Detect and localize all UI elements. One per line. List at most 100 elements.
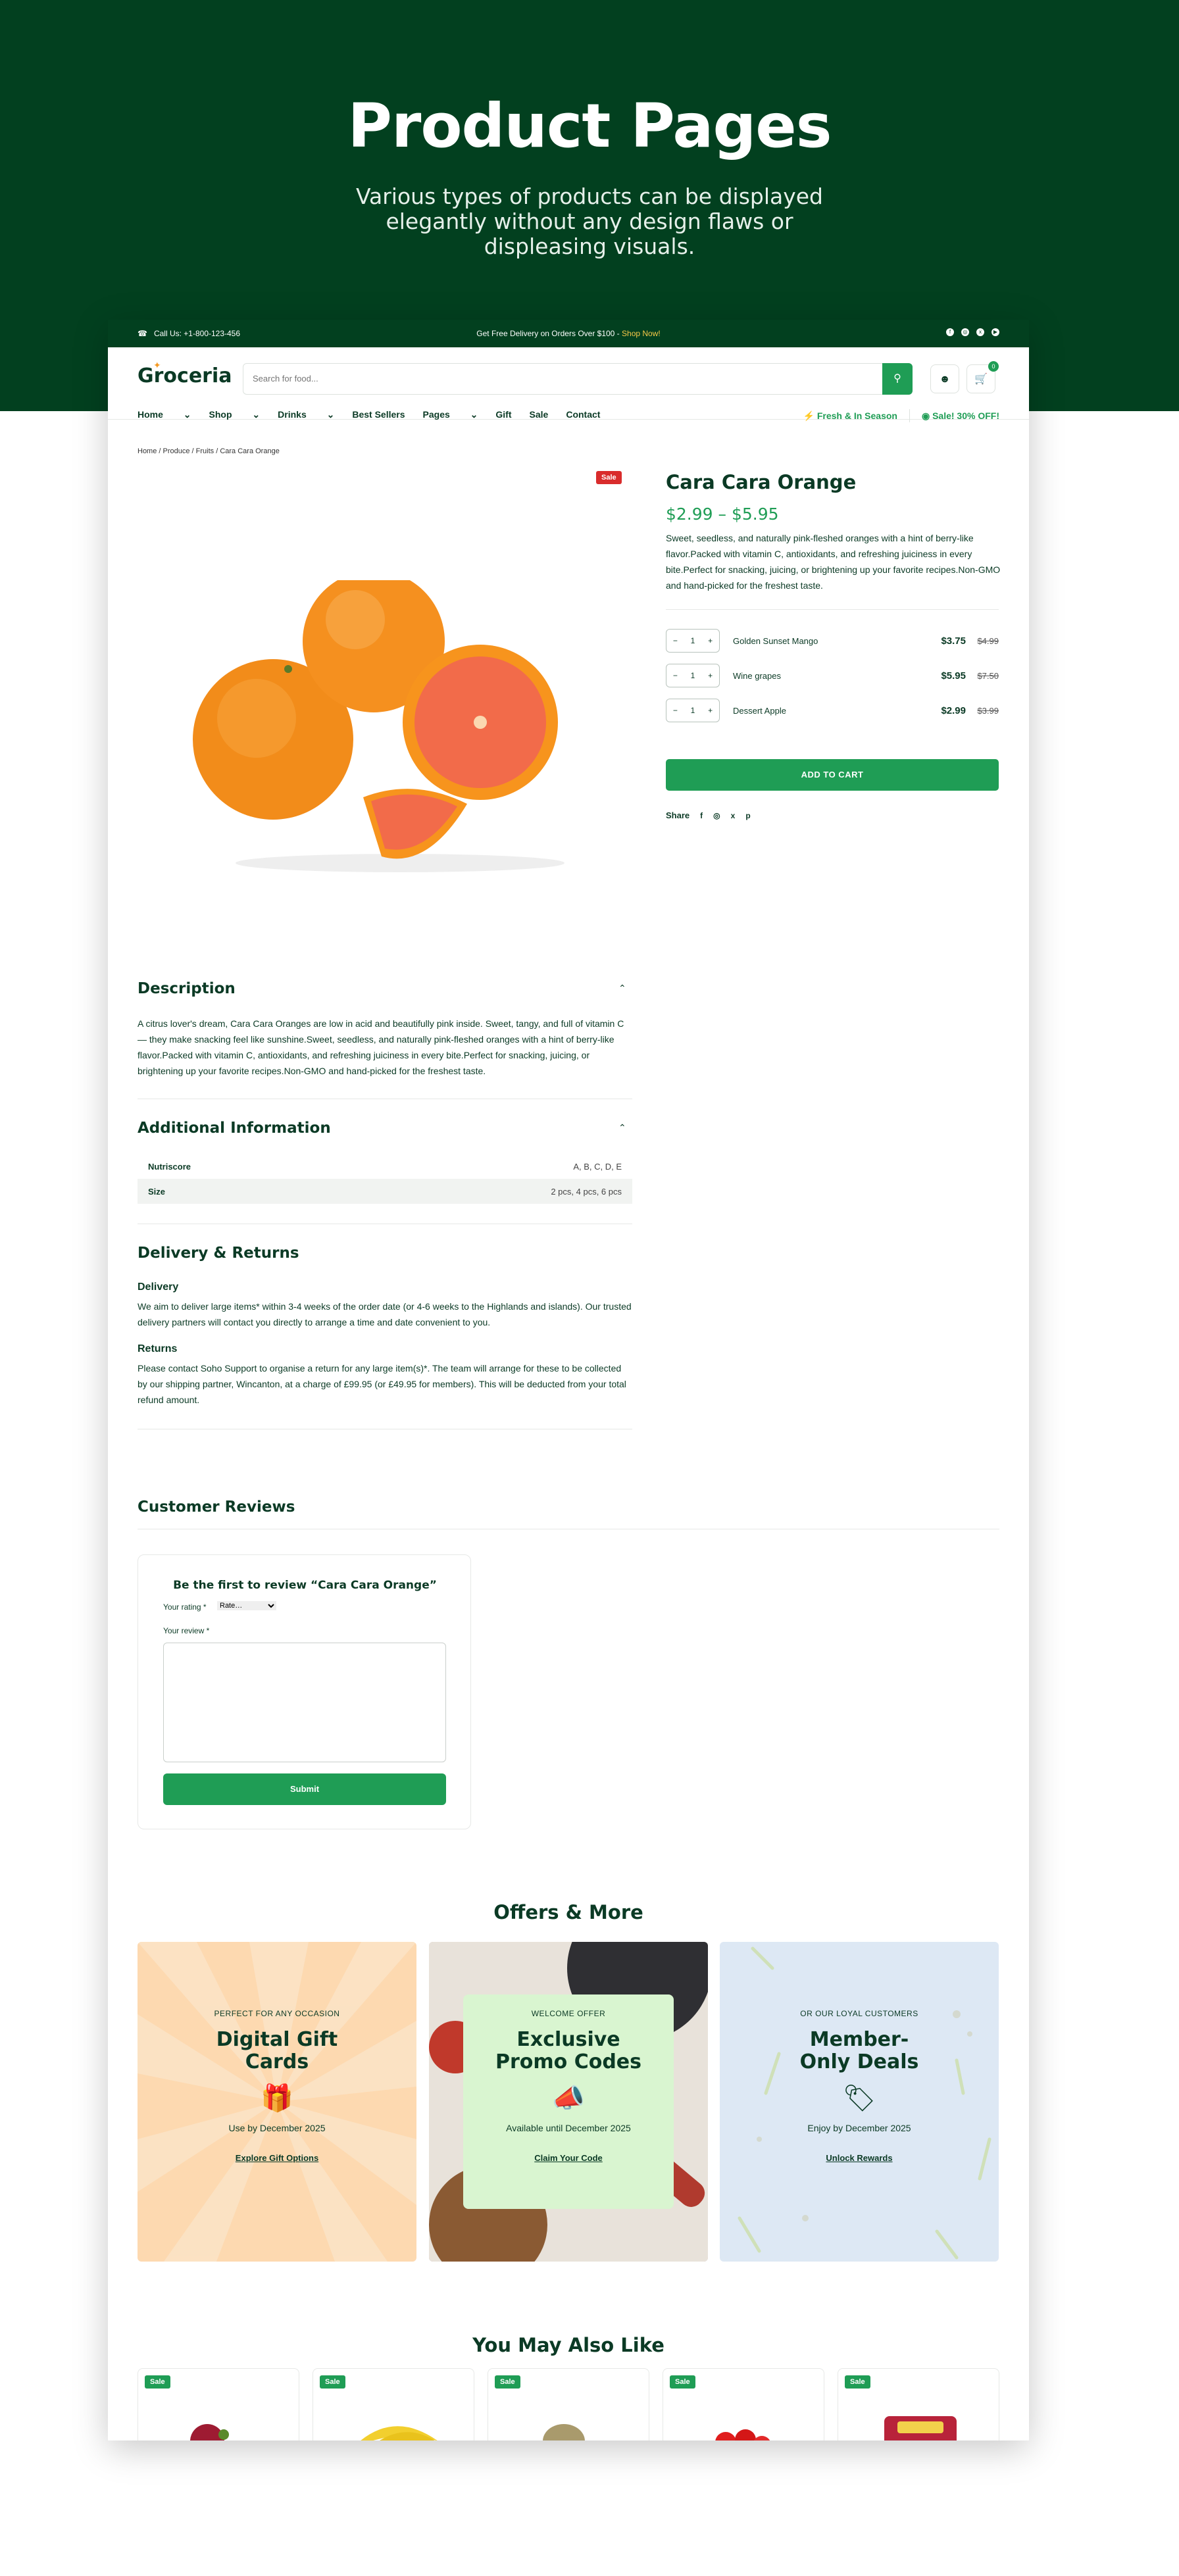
gift-card-offer[interactable]: PERFECT FOR ANY OCCASION Digital Gift Ca… <box>138 1942 416 2262</box>
nav-item-shop[interactable]: Shop ⌄ <box>209 409 261 420</box>
review-label: Your review * <box>163 1626 210 1635</box>
logo[interactable]: ✦ Groceria <box>138 360 232 387</box>
hero-title: Product Pages <box>347 91 832 161</box>
product-image <box>193 580 564 872</box>
product-short-description: Sweet, seedless, and naturally pink-fles… <box>666 533 1001 591</box>
user-icon: ☻ <box>939 374 951 385</box>
search-button[interactable]: ⚲ <box>882 363 913 395</box>
offer-kicker: OR OUR LOYAL CUSTOMERS <box>800 2009 918 2018</box>
review-form-title: Be the first to review “Cara Cara Orange… <box>173 1579 437 1592</box>
chevron-up-icon[interactable]: ⌃ <box>618 983 626 994</box>
delivery-heading[interactable]: Delivery & Returns <box>138 1245 299 1262</box>
description-heading[interactable]: Description <box>138 980 236 997</box>
tag-icon: 🏷 <box>842 2084 876 2113</box>
nav-divider <box>909 409 910 422</box>
member-deals-offer[interactable]: OR OUR LOYAL CUSTOMERS Member-Only Deals… <box>720 1942 999 2262</box>
offer-link[interactable]: Unlock Rewards <box>720 2153 999 2163</box>
variant-name[interactable]: Dessert Apple <box>733 706 786 716</box>
plus-icon[interactable]: + <box>708 706 713 715</box>
additional-info-heading[interactable]: Additional Information <box>138 1120 331 1137</box>
product-thumbnail <box>361 2426 438 2440</box>
review-textarea[interactable] <box>163 1643 446 1762</box>
x-icon[interactable]: x <box>976 328 984 336</box>
x-icon[interactable]: x <box>731 811 736 820</box>
account-button[interactable]: ☻ <box>930 364 959 393</box>
delivery-text: We aim to deliver large items* within 3-… <box>138 1301 632 1327</box>
nav-item-pages[interactable]: Pages ⌄ <box>423 409 478 420</box>
quantity-stepper[interactable]: −1 + <box>666 629 720 653</box>
megaphone-icon: 📣 <box>552 2084 585 2113</box>
instagram-icon[interactable]: ◎ <box>713 811 720 820</box>
variant-name[interactable]: Wine grapes <box>733 671 781 681</box>
plus-icon[interactable]: + <box>708 636 713 645</box>
minus-icon[interactable]: − <box>673 671 678 680</box>
offer-title: Digital Gift Cards <box>216 2028 338 2073</box>
site-header: ✦Groceria ⚲ ☻ 🛒0 Home ⌄ Shop ⌄ Drinks ⌄ … <box>108 347 1029 422</box>
offer-link[interactable]: Explore Gift Options <box>138 2153 416 2163</box>
product-card[interactable]: Sale <box>313 2368 474 2440</box>
rating-select[interactable]: Rate… <box>217 1601 276 1610</box>
nav-item-home[interactable]: Home ⌄ <box>138 409 191 420</box>
percent-icon: ◉ <box>921 410 933 421</box>
related-heading: You May Also Like <box>472 2334 665 2356</box>
hero-subtitle: Various types of products can be display… <box>356 184 823 259</box>
main-nav: Home ⌄ Shop ⌄ Drinks ⌄ Best Sellers Page… <box>138 409 618 420</box>
nav-item-contact[interactable]: Contact <box>566 409 600 420</box>
breadcrumb[interactable]: Home / Produce / Fruits / Cara Cara Oran… <box>138 447 280 455</box>
search-bar: ⚲ <box>243 363 913 395</box>
product-title: Cara Cara Orange <box>666 471 857 493</box>
offer-title: Member-Only Deals <box>799 2028 919 2073</box>
add-to-cart-button[interactable]: ADD TO CART <box>666 759 999 791</box>
product-card[interactable]: Sale <box>138 2368 299 2440</box>
variant-old-price: $4.99 <box>977 635 999 646</box>
divider <box>666 609 999 610</box>
nav-item-sale[interactable]: Sale <box>530 409 549 420</box>
offer-date: Use by December 2025 <box>228 2123 326 2133</box>
variant-row: −1 + Wine grapes $5.95 $7.50 <box>666 664 999 687</box>
cart-icon: 🛒 <box>974 374 988 385</box>
variant-name[interactable]: Golden Sunset Mango <box>733 636 818 646</box>
returns-text: Please contact Soho Support to organise … <box>138 1363 626 1405</box>
rating-label: Your rating * <box>163 1602 207 1612</box>
quantity-stepper[interactable]: −1 + <box>666 664 720 687</box>
product-card[interactable]: Sale <box>488 2368 649 2440</box>
plus-icon[interactable]: + <box>708 671 713 680</box>
offer-link[interactable]: Claim Your Code <box>429 2153 708 2163</box>
promo-code-offer[interactable]: WELCOME OFFER Exclusive Promo Codes 📣 Av… <box>429 1942 708 2262</box>
variant-old-price: $7.50 <box>977 670 999 681</box>
attribute-row: Size 2 pcs, 4 pcs, 6 pcs <box>138 1179 632 1204</box>
nav-item-drinks[interactable]: Drinks ⌄ <box>278 409 334 420</box>
variant-price: $3.75 <box>941 635 966 647</box>
search-input[interactable] <box>253 374 845 384</box>
sale-link[interactable]: Sale! 30% OFF! <box>932 410 999 421</box>
shop-now-link[interactable]: Shop Now! <box>622 329 661 338</box>
gift-icon: 🎁 <box>261 2084 293 2113</box>
facebook-icon[interactable]: f <box>946 328 954 336</box>
instagram-icon[interactable]: ◎ <box>961 328 969 336</box>
nav-item-best-sellers[interactable]: Best Sellers <box>352 409 405 420</box>
quantity-stepper[interactable]: −1 + <box>666 699 720 722</box>
offer-date: Enjoy by December 2025 <box>807 2123 911 2133</box>
facebook-icon[interactable]: f <box>700 811 703 820</box>
returns-subheading: Returns <box>138 1343 178 1354</box>
product-price-range: $2.99 – $5.95 <box>666 505 779 524</box>
fresh-link[interactable]: Fresh & In Season <box>817 410 897 421</box>
variant-row: −1 + Golden Sunset Mango $3.75 $4.99 <box>666 629 999 653</box>
chevron-up-icon[interactable]: ⌃ <box>618 1122 626 1133</box>
variant-row: −1 + Dessert Apple $2.99 $3.99 <box>666 699 999 722</box>
minus-icon[interactable]: − <box>673 636 678 645</box>
delivery-subheading: Delivery <box>138 1281 179 1293</box>
review-form: Be the first to review “Cara Cara Orange… <box>138 1554 471 1829</box>
nav-item-gift[interactable]: Gift <box>495 409 511 420</box>
pinterest-icon[interactable]: p <box>745 811 750 820</box>
offer-date: Available until December 2025 <box>506 2123 631 2133</box>
product-card[interactable]: Sale <box>663 2368 824 2440</box>
minus-icon[interactable]: − <box>673 706 678 715</box>
youtube-icon[interactable]: ▶ <box>991 328 999 336</box>
submit-review-button[interactable]: Submit <box>163 1773 446 1805</box>
product-card[interactable]: Sale <box>838 2368 999 2440</box>
reviews-heading: Customer Reviews <box>138 1499 295 1516</box>
cart-button[interactable]: 🛒 0 <box>966 361 999 393</box>
leaf-icon: ✦ <box>153 360 161 371</box>
promo-text: Get Free Delivery on Orders Over $100 - … <box>476 329 661 338</box>
